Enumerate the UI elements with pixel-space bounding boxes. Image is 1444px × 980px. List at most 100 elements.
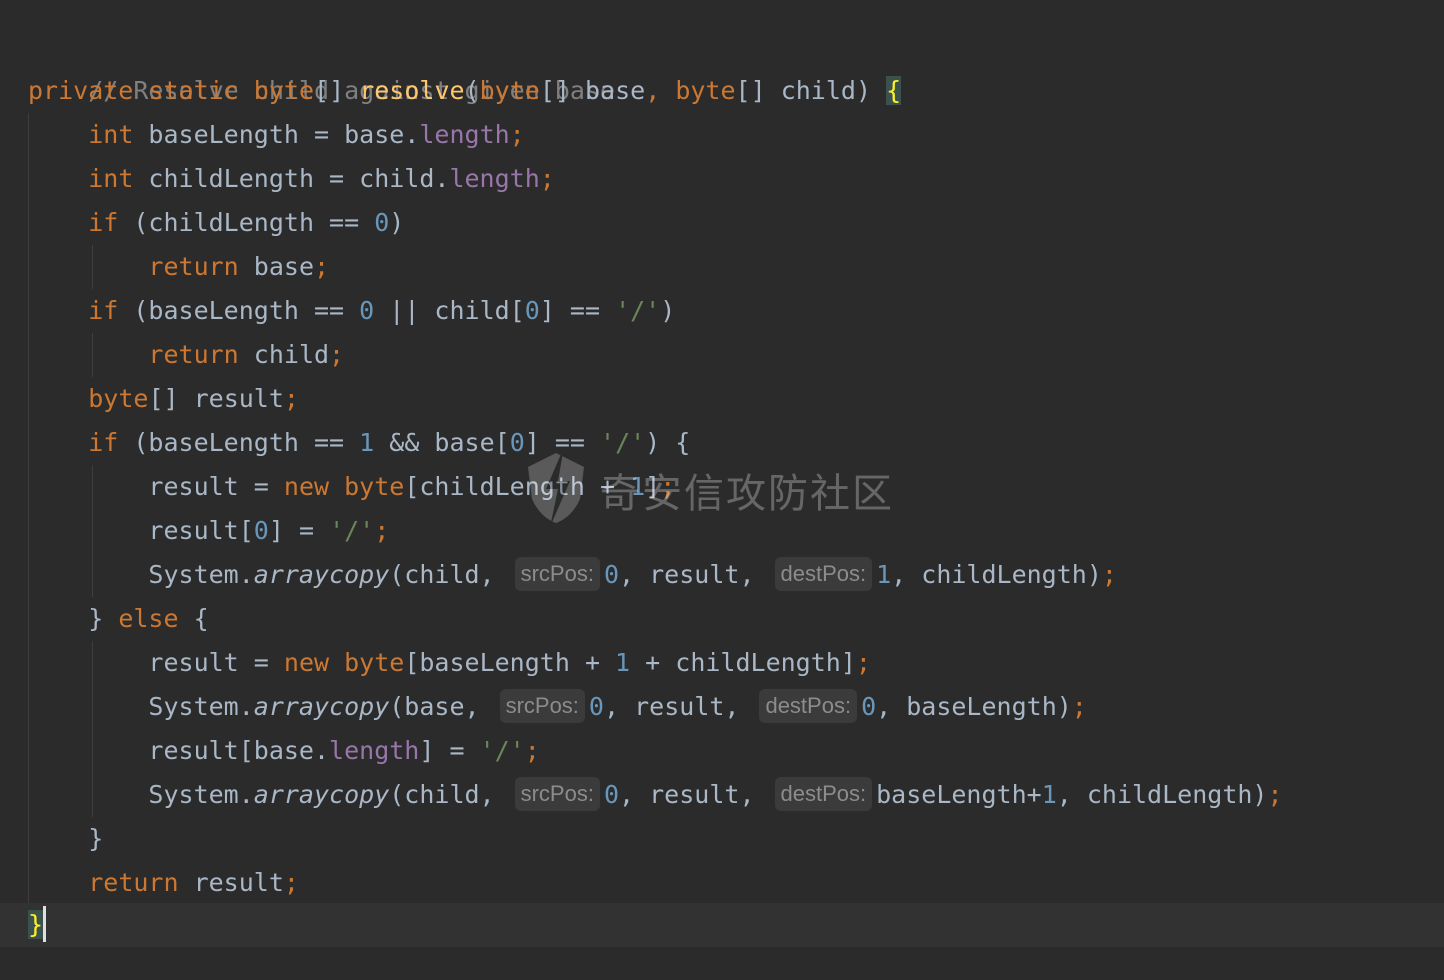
code-text: ] ==: [539, 296, 616, 325]
keyword: byte: [253, 76, 315, 105]
code-text: ): [855, 76, 872, 105]
code-text: ] =: [419, 736, 480, 765]
code-line-21[interactable]: }: [28, 903, 47, 947]
code-text: }: [88, 604, 119, 633]
code-line-6[interactable]: return base;: [28, 245, 329, 289]
code-text: result[base.: [148, 736, 330, 765]
code-line-4[interactable]: int childLength = child.length;: [28, 157, 555, 201]
code-text: , result,: [619, 780, 755, 809]
code-line-13[interactable]: System.arraycopy(child, srcPos: 0, result,…: [28, 553, 1117, 597]
matched-brace: {: [886, 76, 902, 105]
code-line-8[interactable]: return child;: [28, 333, 344, 377]
parameter-hint: srcPos:: [514, 557, 600, 591]
keyword: int: [88, 164, 134, 193]
keyword: return: [148, 252, 239, 281]
number-literal: 1: [1041, 780, 1057, 809]
semicolon: ;: [1267, 780, 1283, 809]
code-line-20[interactable]: return result;: [28, 861, 299, 905]
code-editor[interactable]: // Resolve child against given base priv…: [0, 0, 1444, 980]
semicolon: ;: [539, 164, 555, 193]
semicolon: ;: [1071, 692, 1087, 721]
code-text: result: [178, 868, 284, 897]
code-text: ] ==: [524, 428, 601, 457]
semicolon: ;: [283, 868, 299, 897]
code-line-1[interactable]: // Resolve child against given base: [28, 25, 615, 105]
keyword: else: [118, 604, 179, 633]
code-text: result =: [148, 648, 284, 677]
code-text: System.: [148, 560, 254, 589]
code-text: (: [464, 76, 480, 105]
semicolon: ;: [1101, 560, 1117, 589]
number-literal: 0: [588, 692, 604, 721]
code-text: (child,: [389, 780, 495, 809]
code-line-2[interactable]: private static byte[] resolve(byte[] bas…: [28, 69, 902, 113]
string-literal: '/': [479, 736, 525, 765]
method-call: arraycopy: [253, 780, 390, 809]
semicolon: ;: [509, 120, 525, 149]
code-text: child: [238, 340, 330, 369]
field-name: length: [329, 736, 420, 765]
keyword: byte: [344, 648, 405, 677]
semicolon: ;: [660, 472, 676, 501]
string-literal: '/': [600, 428, 646, 457]
keyword: if: [88, 296, 119, 325]
semicolon: ;: [314, 252, 330, 281]
code-line-11[interactable]: result = new byte[childLength + 1];: [28, 465, 675, 509]
keyword: private: [28, 76, 134, 105]
number-literal: 1: [876, 560, 892, 589]
code-text: base: [238, 252, 314, 281]
code-line-9[interactable]: byte[] result;: [28, 377, 299, 421]
keyword: static: [148, 76, 239, 105]
code-line-14[interactable]: } else {: [28, 597, 209, 641]
number-literal: 0: [359, 296, 375, 325]
number-literal: 0: [603, 560, 620, 589]
code-text: + childLength]: [630, 648, 856, 677]
keyword: return: [88, 868, 179, 897]
parameter-hint: srcPos:: [514, 777, 600, 811]
code-line-10[interactable]: if (baseLength == 1 && base[0] == '/') {: [28, 421, 690, 465]
number-literal: 1: [630, 472, 646, 501]
code-line-3[interactable]: int baseLength = base.length;: [28, 113, 525, 157]
number-literal: 0: [509, 428, 525, 457]
code-text: []: [735, 76, 766, 105]
code-text: ): [660, 296, 676, 325]
code-text: [] result: [148, 384, 284, 413]
number-literal: 0: [861, 692, 877, 721]
code-text: []: [314, 76, 345, 105]
parameter-hint: destPos:: [774, 777, 873, 811]
code-text: System.: [148, 692, 254, 721]
code-line-15[interactable]: result = new byte[baseLength + 1 + child…: [28, 641, 871, 685]
code-text: ): [389, 208, 405, 237]
keyword: if: [88, 428, 119, 457]
code-text: && base[: [374, 428, 510, 457]
code-text: result =: [148, 472, 284, 501]
code-line-18[interactable]: System.arraycopy(child, srcPos: 0, result,…: [28, 773, 1283, 817]
code-line-5[interactable]: if (childLength == 0): [28, 201, 404, 245]
code-line-7[interactable]: if (baseLength == 0 || child[0] == '/'): [28, 289, 675, 333]
code-text: childLength = child.: [133, 164, 450, 193]
code-line-16[interactable]: System.arraycopy(base, srcPos: 0, result, d…: [28, 685, 1087, 729]
semicolon: ;: [283, 384, 299, 413]
code-text: baseLength = base.: [133, 120, 420, 149]
code-text: (base,: [389, 692, 480, 721]
code-text: (baseLength ==: [118, 428, 360, 457]
code-line-19[interactable]: }: [28, 817, 103, 861]
method-call: arraycopy: [253, 692, 390, 721]
number-literal: 1: [615, 648, 631, 677]
method-name: resolve: [359, 76, 465, 105]
method-call: arraycopy: [253, 560, 390, 589]
number-literal: 0: [253, 516, 269, 545]
code-text: (childLength ==: [118, 208, 375, 237]
parameter-hint: destPos:: [774, 557, 873, 591]
keyword: byte: [344, 472, 405, 501]
parameter-hint: srcPos:: [499, 689, 585, 723]
code-text: base: [569, 76, 646, 105]
code-text: child: [765, 76, 856, 105]
code-line-12[interactable]: result[0] = '/';: [28, 509, 389, 553]
code-text: {: [178, 604, 209, 633]
number-literal: 0: [603, 780, 620, 809]
keyword: byte: [479, 76, 540, 105]
code-line-17[interactable]: result[base.length] = '/';: [28, 729, 539, 773]
parameter-hint: destPos:: [759, 689, 858, 723]
code-text: ]: [645, 472, 661, 501]
